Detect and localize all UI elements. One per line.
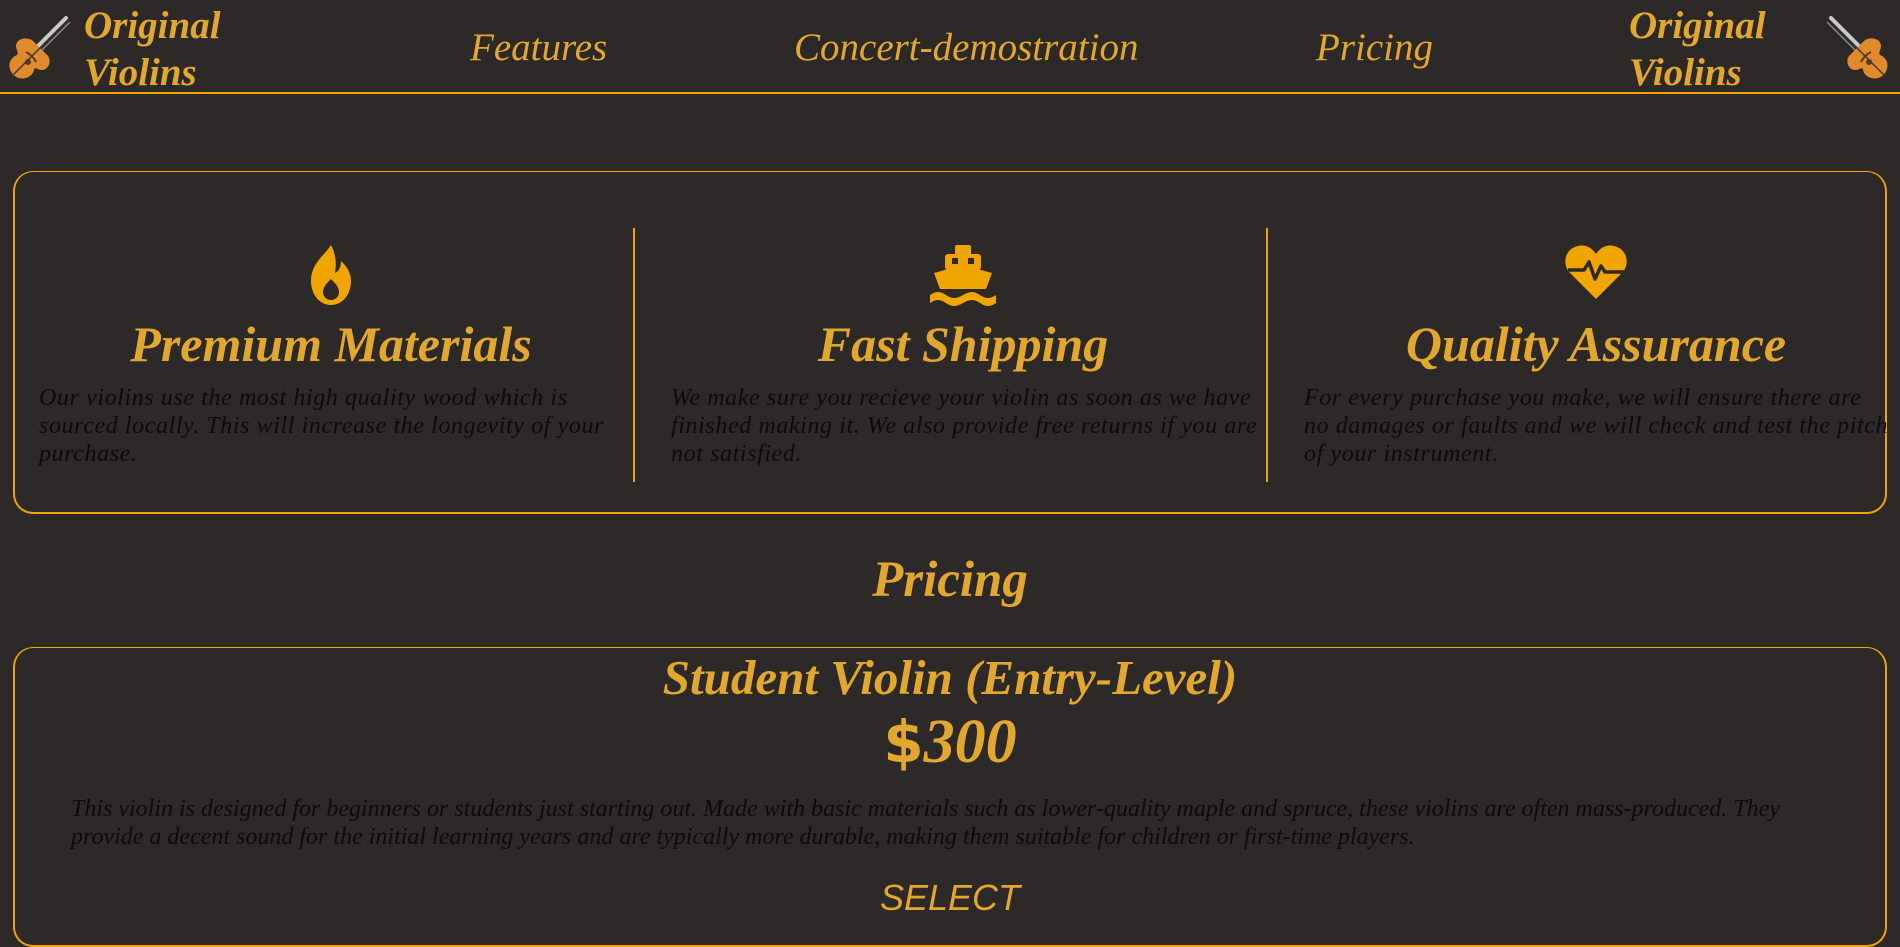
nav-link-features[interactable]: Features: [470, 24, 607, 71]
feature-divider: [1266, 228, 1268, 482]
feature-premium-materials: Premium Materials Our violins use the mo…: [15, 228, 647, 482]
violin-icon: [9, 16, 71, 79]
ship-icon: [930, 245, 996, 306]
pricing-heading: Pricing: [872, 552, 1028, 608]
logo-right[interactable]: Original Violins: [1629, 0, 1893, 96]
feature-title: Quality Assurance: [1405, 316, 1787, 372]
feature-title: Premium Materials: [130, 316, 532, 372]
feature-text: For every purchase you make, we will ens…: [1304, 385, 1889, 467]
feature-fast-shipping: Fast Shipping We make sure you recieve y…: [647, 228, 1279, 482]
select-button[interactable]: SELECT: [15, 876, 1885, 920]
nav-link-pricing[interactable]: Pricing: [1316, 24, 1433, 71]
plan-description: This violin is designed for beginners or…: [71, 796, 1780, 850]
plan-price: $300: [15, 706, 1885, 778]
currency-symbol: $: [883, 708, 924, 776]
price-card-student: Student Violin (Entry-Level) $300 This v…: [13, 647, 1887, 947]
feature-text: We make sure you recieve your violin as …: [671, 385, 1258, 467]
feature-divider: [633, 228, 635, 482]
top-nav: Original Violins Features Concert-demost…: [0, 0, 1900, 94]
feature-text: Our violins use the most high quality wo…: [39, 385, 605, 467]
price-amount: 300: [923, 708, 1017, 776]
violin-icon: [1826, 16, 1888, 79]
logo-left[interactable]: Original Violins: [4, 0, 244, 96]
feature-quality-assurance: Quality Assurance For every purchase you…: [1280, 228, 1900, 482]
fire-icon: [311, 245, 351, 305]
heart-pulse-icon: [1565, 245, 1627, 299]
feature-title: Fast Shipping: [817, 316, 1109, 372]
nav-link-concert-demonstration[interactable]: Concert-demostration: [794, 24, 1138, 71]
plan-name: Student Violin (Entry-Level): [662, 650, 1238, 705]
features-section: Premium Materials Our violins use the mo…: [13, 171, 1888, 514]
logo-text: Original Violins: [84, 4, 221, 94]
logo-text: Original Violins: [1629, 4, 1766, 94]
